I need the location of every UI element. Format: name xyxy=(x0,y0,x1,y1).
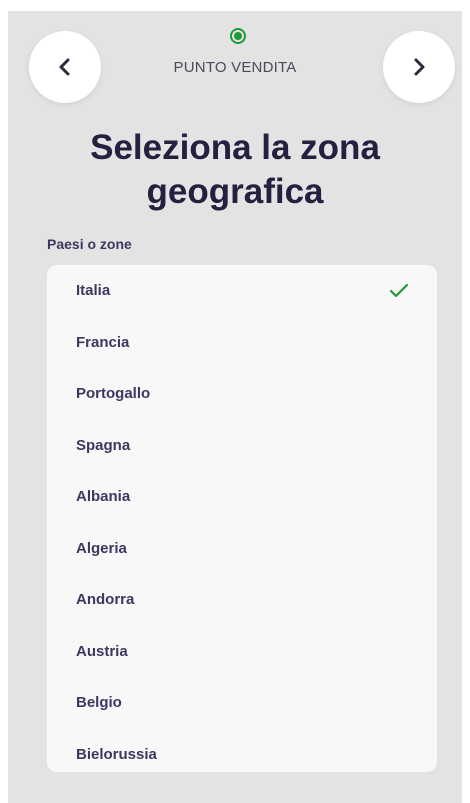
list-item-label: Francia xyxy=(76,333,130,351)
chevron-right-icon xyxy=(414,58,425,76)
list-item-label: Andorra xyxy=(76,591,135,609)
list-item-label: Spagna xyxy=(76,436,131,454)
list-item-italia[interactable]: Italia xyxy=(47,265,437,317)
list-item-bielorussia[interactable]: Bielorussia xyxy=(47,729,437,773)
list-item-algeria[interactable]: Algeria xyxy=(47,523,437,575)
list-item-label: Belgio xyxy=(76,694,122,712)
list-item-portogallo[interactable]: Portogallo xyxy=(47,368,437,420)
list-item-label: Albania xyxy=(76,488,131,506)
section-label: Paesi o zone xyxy=(47,236,132,252)
list-item-label: Italia xyxy=(76,282,111,300)
list-item-label: Bielorussia xyxy=(76,745,157,763)
check-icon xyxy=(389,283,409,297)
step-indicator-icon xyxy=(230,28,246,44)
list-item-label: Portogallo xyxy=(76,385,151,403)
list-item-label: Austria xyxy=(76,642,128,660)
list-item-belgio[interactable]: Belgio xyxy=(47,677,437,729)
country-list: Italia Francia Portogallo Spagna Albania… xyxy=(47,265,437,772)
page-title-line2: geografica xyxy=(146,172,324,211)
page-title: Seleziona la zona geografica xyxy=(8,126,462,214)
screen: PUNTO VENDITA Seleziona la zona geografi… xyxy=(8,11,462,803)
list-item-albania[interactable]: Albania xyxy=(47,471,437,523)
page-title-line1: Seleziona la zona xyxy=(90,128,380,167)
list-item-austria[interactable]: Austria xyxy=(47,626,437,678)
list-item-francia[interactable]: Francia xyxy=(47,317,437,369)
list-item-label: Algeria xyxy=(76,539,127,557)
list-item-spagna[interactable]: Spagna xyxy=(47,420,437,472)
next-button[interactable] xyxy=(383,31,455,103)
step-indicator-dot xyxy=(234,32,242,40)
list-item-andorra[interactable]: Andorra xyxy=(47,574,437,626)
